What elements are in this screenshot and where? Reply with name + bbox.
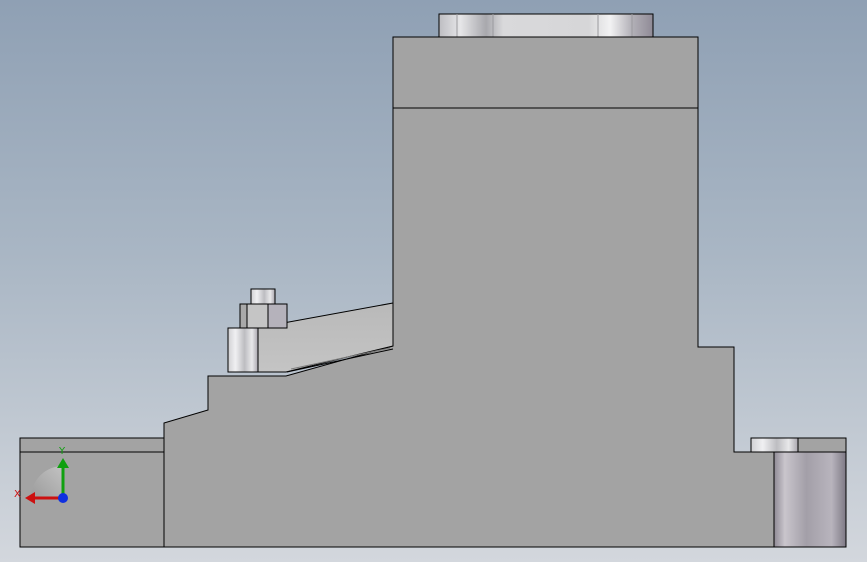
triad-z-axis <box>58 493 68 503</box>
triad-x-label: X <box>14 489 21 500</box>
top-boss[interactable] <box>438 13 654 38</box>
triad-y-label: Y <box>58 446 66 457</box>
cad-graphics-viewport[interactable]: X Y <box>0 0 867 562</box>
part-model-view[interactable]: X Y <box>0 0 867 562</box>
